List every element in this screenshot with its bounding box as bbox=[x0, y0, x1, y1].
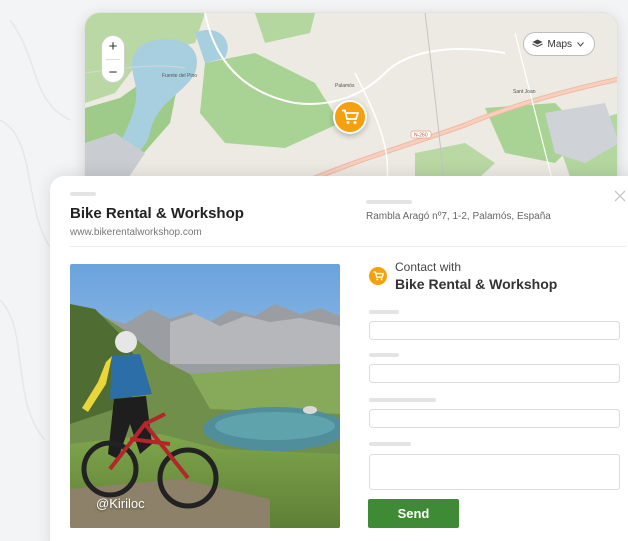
business-photo: @Kiriloc bbox=[70, 264, 340, 528]
phone-field[interactable] bbox=[369, 409, 620, 428]
map-label-town: Palamós bbox=[335, 83, 355, 89]
business-name: Bike Rental & Workshop bbox=[70, 205, 244, 222]
business-website-link[interactable]: www.bikerentalworkshop.com bbox=[70, 227, 202, 238]
contact-heading: Contact with bbox=[395, 260, 462, 274]
address-placeholder-bar bbox=[366, 200, 412, 204]
cart-icon bbox=[373, 271, 384, 281]
cart-icon bbox=[342, 109, 359, 124]
map-location-pin[interactable] bbox=[333, 100, 367, 134]
map-road-label: N-260 bbox=[414, 133, 428, 139]
mountain-bike-photo bbox=[70, 264, 340, 528]
layers-icon bbox=[531, 39, 543, 48]
chevron-down-icon bbox=[577, 41, 584, 47]
contact-cart-icon bbox=[369, 267, 387, 285]
map-label-top-left: Fuente del Pino bbox=[162, 73, 197, 79]
contact-business-name: Bike Rental & Workshop bbox=[395, 276, 558, 292]
map-label-town-2: Sant Joan bbox=[513, 89, 536, 95]
zoom-divider bbox=[106, 58, 120, 60]
field-label-placeholder bbox=[369, 353, 399, 357]
map-layers-button[interactable]: Maps bbox=[522, 32, 595, 56]
zoom-out-button[interactable]: − bbox=[109, 65, 118, 80]
field-label-placeholder bbox=[369, 398, 436, 402]
business-address: Rambla Aragó nº7, 1-2, Palamós, España bbox=[366, 211, 551, 222]
send-button[interactable]: Send bbox=[368, 499, 459, 528]
zoom-control: + − bbox=[101, 35, 125, 83]
field-label-placeholder bbox=[369, 442, 411, 446]
category-placeholder-bar bbox=[70, 192, 96, 196]
email-field[interactable] bbox=[369, 364, 620, 383]
photo-credit: @Kiriloc bbox=[96, 496, 145, 511]
zoom-in-button[interactable]: + bbox=[109, 39, 118, 54]
name-field[interactable] bbox=[369, 321, 620, 340]
field-label-placeholder bbox=[369, 310, 399, 314]
close-icon[interactable] bbox=[613, 189, 627, 203]
message-field[interactable] bbox=[369, 454, 620, 490]
map-panel[interactable]: Fuente del Pino Palamós Sant Joan N-260 … bbox=[84, 12, 618, 190]
map-layers-label: Maps bbox=[547, 38, 572, 50]
business-info-card: Bike Rental & Workshop www.bikerentalwor… bbox=[50, 176, 628, 541]
header-divider bbox=[70, 246, 626, 247]
